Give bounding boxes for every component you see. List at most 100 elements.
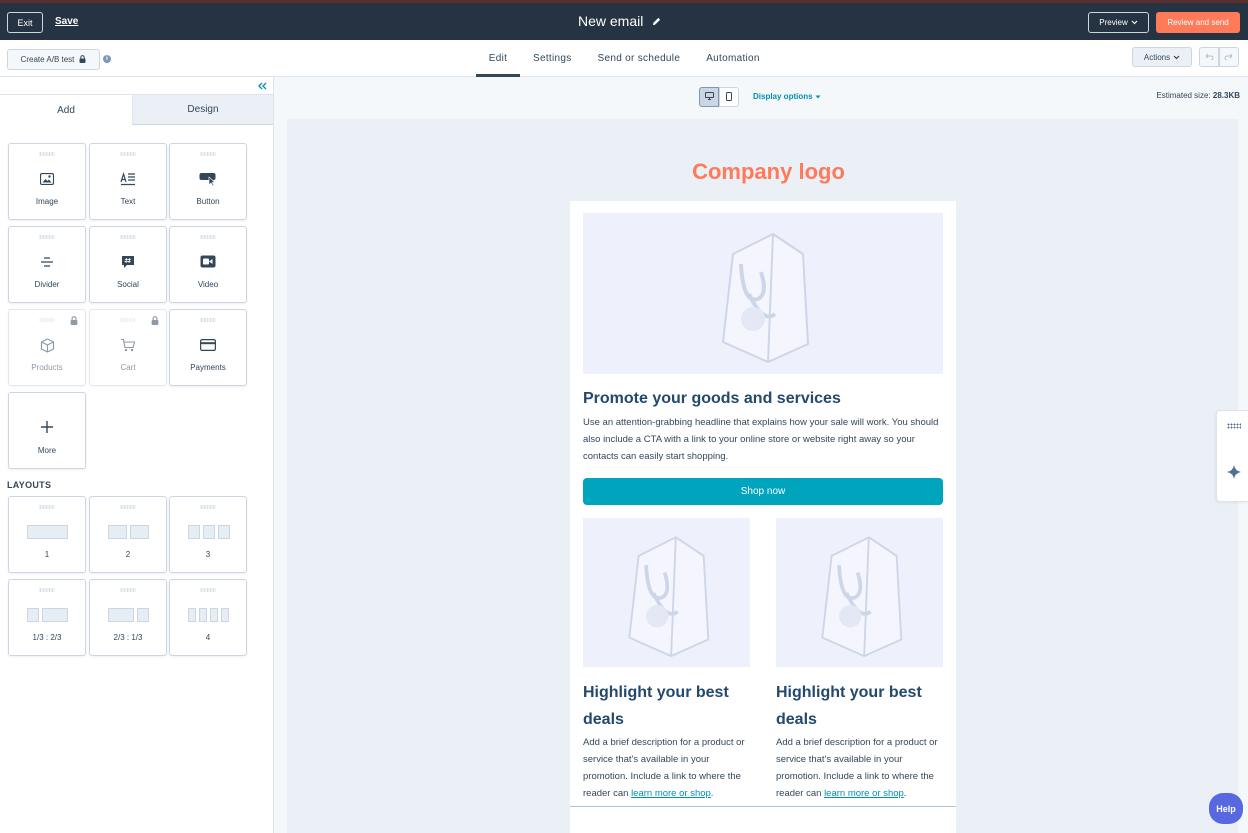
module-label: Cart: [120, 363, 136, 372]
editor-tabs: Edit Settings Send or schedule Automatio…: [476, 40, 760, 77]
create-ab-test-button[interactable]: Create A/B test: [7, 49, 100, 70]
drag-grid-icon[interactable]: [1227, 423, 1241, 429]
module-social[interactable]: Social: [89, 226, 167, 303]
layout-label: 4: [205, 633, 211, 642]
hero-image-placeholder[interactable]: [583, 213, 943, 374]
layout-column-shape: [137, 608, 149, 622]
layout-column-shape: [188, 525, 200, 539]
module-payments[interactable]: Payments: [169, 309, 247, 386]
email-body: Promote your goods and services Use an a…: [570, 201, 956, 833]
drag-handle-icon[interactable]: [39, 152, 55, 156]
layout-column-shape: [130, 525, 149, 539]
lock-icon: [79, 54, 86, 65]
module-image[interactable]: Image: [8, 143, 86, 220]
layout-column-shape: [218, 525, 230, 539]
layout-1-3-2-3[interactable]: 1/3 : 2/3: [8, 579, 86, 656]
column-heading[interactable]: Highlight your best deals: [776, 679, 946, 733]
layout-3-columns[interactable]: 3: [169, 496, 247, 573]
left-panel: Add Design Image Text Button Divider Soc…: [0, 77, 274, 833]
drag-handle-icon[interactable]: [200, 588, 216, 592]
drag-handle-icon[interactable]: [120, 152, 136, 156]
tab-edit[interactable]: Edit: [476, 40, 520, 77]
image-icon: [9, 172, 85, 188]
module-cart: Cart: [89, 309, 167, 386]
column-text[interactable]: Add a brief description for a product or…: [776, 734, 946, 802]
divider-icon: [9, 255, 85, 271]
module-more[interactable]: More: [8, 392, 86, 469]
drag-handle-icon[interactable]: [39, 505, 55, 509]
drag-handle-icon[interactable]: [120, 588, 136, 592]
layout-2-3-1-3[interactable]: 2/3 : 1/3: [89, 579, 167, 656]
preview-button[interactable]: Preview: [1088, 12, 1149, 33]
drag-handle-icon[interactable]: [39, 588, 55, 592]
save-button[interactable]: Save: [55, 16, 78, 27]
drag-handle-icon[interactable]: [200, 235, 216, 239]
collapse-panel-icon[interactable]: [257, 80, 267, 94]
module-text[interactable]: Text: [89, 143, 167, 220]
review-and-send-button[interactable]: Review and send: [1156, 12, 1240, 33]
email-body-text[interactable]: Use an attention-grabbing headline that …: [583, 414, 943, 465]
layout-column-shape: [221, 608, 229, 622]
shop-now-button[interactable]: Shop now: [583, 478, 943, 505]
undo-icon: [1204, 52, 1214, 62]
help-button[interactable]: Help: [1209, 793, 1243, 824]
redo-button[interactable]: [1219, 47, 1239, 67]
chevron-down-icon: [1173, 53, 1180, 62]
layout-2-columns[interactable]: 2: [89, 496, 167, 573]
drag-handle-icon[interactable]: [39, 235, 55, 239]
tab-add[interactable]: Add: [0, 94, 133, 125]
email-title[interactable]: New email: [578, 13, 661, 29]
drag-handle-icon[interactable]: [200, 505, 216, 509]
module-label: Divider: [34, 280, 60, 289]
column-text[interactable]: Add a brief description for a product or…: [583, 734, 753, 802]
mobile-preview-toggle[interactable]: [719, 87, 739, 107]
pencil-icon[interactable]: [652, 13, 661, 29]
video-icon: [170, 255, 246, 271]
drag-handle-icon[interactable]: [120, 235, 136, 239]
column-image-placeholder[interactable]: [583, 518, 750, 667]
button-icon: [170, 172, 246, 189]
ab-test-label: Create A/B test: [20, 55, 75, 64]
exit-button[interactable]: Exit: [7, 12, 43, 33]
layout-label: 1: [44, 550, 50, 559]
desktop-preview-toggle[interactable]: [699, 87, 719, 107]
estimated-size-value: 28.3KB: [1212, 91, 1240, 100]
info-icon[interactable]: i: [103, 55, 111, 63]
module-button[interactable]: Button: [169, 143, 247, 220]
layout-4-columns[interactable]: 4: [169, 579, 247, 656]
learn-more-link[interactable]: learn more or shop: [824, 788, 904, 799]
column-heading[interactable]: Highlight your best deals: [583, 679, 753, 733]
layouts-heading: LAYOUTS: [7, 480, 52, 490]
shopping-bag-icon: [821, 535, 903, 657]
column-text-end: .: [710, 788, 714, 799]
drag-handle-icon[interactable]: [120, 505, 136, 509]
layout-column-shape: [203, 525, 215, 539]
tab-automation[interactable]: Automation: [706, 40, 760, 77]
module-video[interactable]: Video: [169, 226, 247, 303]
layout-1-column[interactable]: 1: [8, 496, 86, 573]
undo-button[interactable]: [1199, 47, 1219, 67]
sparkle-icon[interactable]: [1227, 465, 1241, 482]
module-label: Products: [31, 363, 63, 372]
drag-handle-icon[interactable]: [200, 318, 216, 322]
column-image-placeholder[interactable]: [776, 518, 943, 667]
text-icon: [90, 171, 166, 189]
tab-settings[interactable]: Settings: [533, 40, 572, 77]
actions-button[interactable]: Actions: [1132, 47, 1192, 67]
estimated-size-label: Estimated size:: [1156, 91, 1211, 100]
module-divider[interactable]: Divider: [8, 226, 86, 303]
lock-icon: [151, 316, 159, 327]
module-label: Text: [120, 197, 136, 206]
tab-design[interactable]: Design: [133, 94, 273, 125]
tab-send-or-schedule[interactable]: Send or schedule: [598, 40, 681, 77]
learn-more-link[interactable]: learn more or shop: [631, 788, 711, 799]
top-bar: Exit Save New email Preview Review and s…: [0, 0, 1248, 40]
email-headline[interactable]: Promote your goods and services: [583, 390, 841, 408]
layout-label: 1/3 : 2/3: [32, 633, 62, 642]
layout-column-shape: [108, 608, 134, 622]
drag-handle-icon[interactable]: [200, 152, 216, 156]
products-icon: [9, 338, 85, 356]
company-logo[interactable]: Company logo: [686, 159, 851, 185]
display-options-dropdown[interactable]: Display options: [753, 92, 821, 101]
estimated-size: Estimated size: 28.3KB: [1156, 91, 1240, 100]
